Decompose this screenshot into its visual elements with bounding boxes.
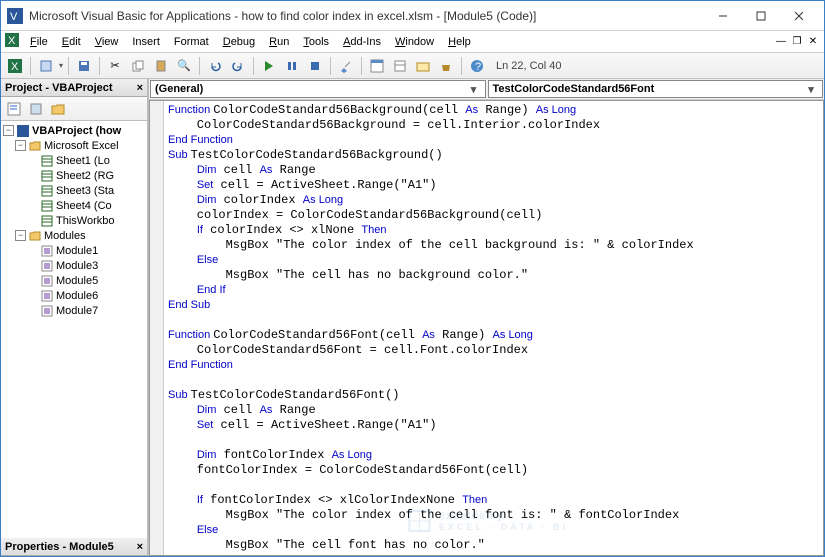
find-icon[interactable]: 🔍 bbox=[174, 56, 194, 76]
toolbar: X ▾ ✂ 🔍 ? Ln 22, Col 40 bbox=[1, 53, 824, 79]
collapse-icon[interactable]: − bbox=[3, 125, 14, 136]
project-panel-title: Project - VBAProject bbox=[5, 82, 113, 94]
folder-icon bbox=[28, 139, 42, 153]
project-panel-close-icon[interactable]: × bbox=[137, 82, 143, 94]
excel-icon: X bbox=[5, 33, 19, 50]
insert-item-icon[interactable] bbox=[36, 56, 56, 76]
sheet-icon bbox=[40, 199, 54, 213]
tree-sheet-item[interactable]: ThisWorkbo bbox=[1, 213, 147, 228]
collapse-icon[interactable]: − bbox=[15, 140, 26, 151]
vbaproject-icon bbox=[16, 124, 30, 138]
project-explorer-icon[interactable] bbox=[367, 56, 387, 76]
maximize-button[interactable] bbox=[742, 2, 780, 30]
dropdown-arrow-icon[interactable]: ▾ bbox=[59, 61, 63, 70]
menu-help[interactable]: Help bbox=[441, 34, 478, 50]
procedure-dropdown-value: TestColorCodeStandard56Font bbox=[493, 83, 655, 95]
tree-module-item[interactable]: Module1 bbox=[1, 243, 147, 258]
menu-window[interactable]: Window bbox=[388, 34, 441, 50]
save-icon[interactable] bbox=[74, 56, 94, 76]
sheet-icon bbox=[40, 184, 54, 198]
module-icon bbox=[40, 259, 54, 273]
menu-addins[interactable]: Add-Ins bbox=[336, 34, 388, 50]
tree-sheet-item[interactable]: Sheet1 (Lo bbox=[1, 153, 147, 168]
menu-file[interactable]: File bbox=[23, 34, 55, 50]
module-icon bbox=[40, 304, 54, 318]
minimize-button[interactable] bbox=[704, 2, 742, 30]
view-code-icon[interactable] bbox=[4, 99, 24, 119]
menu-edit[interactable]: Edit bbox=[55, 34, 88, 50]
menu-format[interactable]: Format bbox=[167, 34, 216, 50]
tree-module-item[interactable]: Module7 bbox=[1, 303, 147, 318]
menubar: X File Edit View Insert Format Debug Run… bbox=[1, 31, 824, 53]
copy-icon[interactable] bbox=[128, 56, 148, 76]
tree-root[interactable]: − VBAProject (how bbox=[1, 123, 147, 138]
menu-tools[interactable]: Tools bbox=[296, 34, 336, 50]
tree-sheet-item[interactable]: Sheet3 (Sta bbox=[1, 183, 147, 198]
paste-icon[interactable] bbox=[151, 56, 171, 76]
svg-text:V: V bbox=[10, 11, 18, 23]
tree-excel-objects[interactable]: − Microsoft Excel bbox=[1, 138, 147, 153]
procedure-dropdown[interactable]: TestColorCodeStandard56Font ▾ bbox=[488, 80, 824, 98]
design-mode-icon[interactable] bbox=[336, 56, 356, 76]
redo-icon[interactable] bbox=[228, 56, 248, 76]
run-icon[interactable] bbox=[259, 56, 279, 76]
chevron-down-icon: ▾ bbox=[804, 83, 818, 96]
tree-modules-folder[interactable]: − Modules bbox=[1, 228, 147, 243]
toolbox-icon[interactable] bbox=[436, 56, 456, 76]
close-button[interactable] bbox=[780, 2, 818, 30]
sheet-icon bbox=[40, 154, 54, 168]
object-dropdown[interactable]: (General) ▾ bbox=[150, 80, 486, 98]
mdi-close[interactable]: ✕ bbox=[806, 35, 820, 49]
svg-text:?: ? bbox=[475, 61, 481, 73]
tree-sheet-item[interactable]: Sheet4 (Co bbox=[1, 198, 147, 213]
cursor-position: Ln 22, Col 40 bbox=[496, 60, 561, 72]
cut-icon[interactable]: ✂ bbox=[105, 56, 125, 76]
folder-icon[interactable] bbox=[48, 99, 68, 119]
mdi-restore[interactable]: ❐ bbox=[790, 35, 804, 49]
mdi-minimize[interactable]: — bbox=[774, 35, 788, 49]
menu-insert[interactable]: Insert bbox=[125, 34, 167, 50]
collapse-icon[interactable]: − bbox=[15, 230, 26, 241]
window-title: Microsoft Visual Basic for Applications … bbox=[29, 9, 704, 23]
sheet-icon bbox=[40, 214, 54, 228]
svg-text:X: X bbox=[11, 61, 19, 73]
object-browser-icon[interactable] bbox=[413, 56, 433, 76]
view-excel-icon[interactable]: X bbox=[5, 56, 25, 76]
break-icon[interactable] bbox=[282, 56, 302, 76]
project-panel-toolbar bbox=[1, 97, 147, 121]
properties-panel-header: Properties - Module5 × bbox=[1, 538, 147, 556]
tree-sheet-item[interactable]: Sheet2 (RG bbox=[1, 168, 147, 183]
chevron-down-icon: ▾ bbox=[467, 83, 481, 96]
code-editor[interactable]: Function ColorCodeStandard56Background(c… bbox=[149, 100, 824, 556]
project-panel-header: Project - VBAProject × bbox=[1, 79, 147, 97]
object-dropdown-value: (General) bbox=[155, 83, 203, 95]
sheet-icon bbox=[40, 169, 54, 183]
module-icon bbox=[40, 289, 54, 303]
help-icon[interactable]: ? bbox=[467, 56, 487, 76]
tree-module-item[interactable]: Module3 bbox=[1, 258, 147, 273]
vba-app-icon: V bbox=[7, 8, 23, 24]
module-icon bbox=[40, 244, 54, 258]
properties-panel-close-icon[interactable]: × bbox=[137, 541, 143, 553]
tree-module-item[interactable]: Module6 bbox=[1, 288, 147, 303]
tree-module-item[interactable]: Module5 bbox=[1, 273, 147, 288]
view-object-icon[interactable] bbox=[26, 99, 46, 119]
svg-text:X: X bbox=[8, 35, 16, 47]
module-icon bbox=[40, 274, 54, 288]
code-content[interactable]: Function ColorCodeStandard56Background(c… bbox=[150, 101, 823, 556]
undo-icon[interactable] bbox=[205, 56, 225, 76]
titlebar: V Microsoft Visual Basic for Application… bbox=[1, 1, 824, 31]
menu-run[interactable]: Run bbox=[262, 34, 296, 50]
properties-icon[interactable] bbox=[390, 56, 410, 76]
menu-view[interactable]: View bbox=[88, 34, 126, 50]
folder-icon bbox=[28, 229, 42, 243]
reset-icon[interactable] bbox=[305, 56, 325, 76]
menu-debug[interactable]: Debug bbox=[216, 34, 262, 50]
code-margin bbox=[150, 101, 164, 555]
project-tree[interactable]: − VBAProject (how − Microsoft Excel Shee… bbox=[1, 121, 147, 538]
properties-panel-title: Properties - Module5 bbox=[5, 541, 114, 553]
